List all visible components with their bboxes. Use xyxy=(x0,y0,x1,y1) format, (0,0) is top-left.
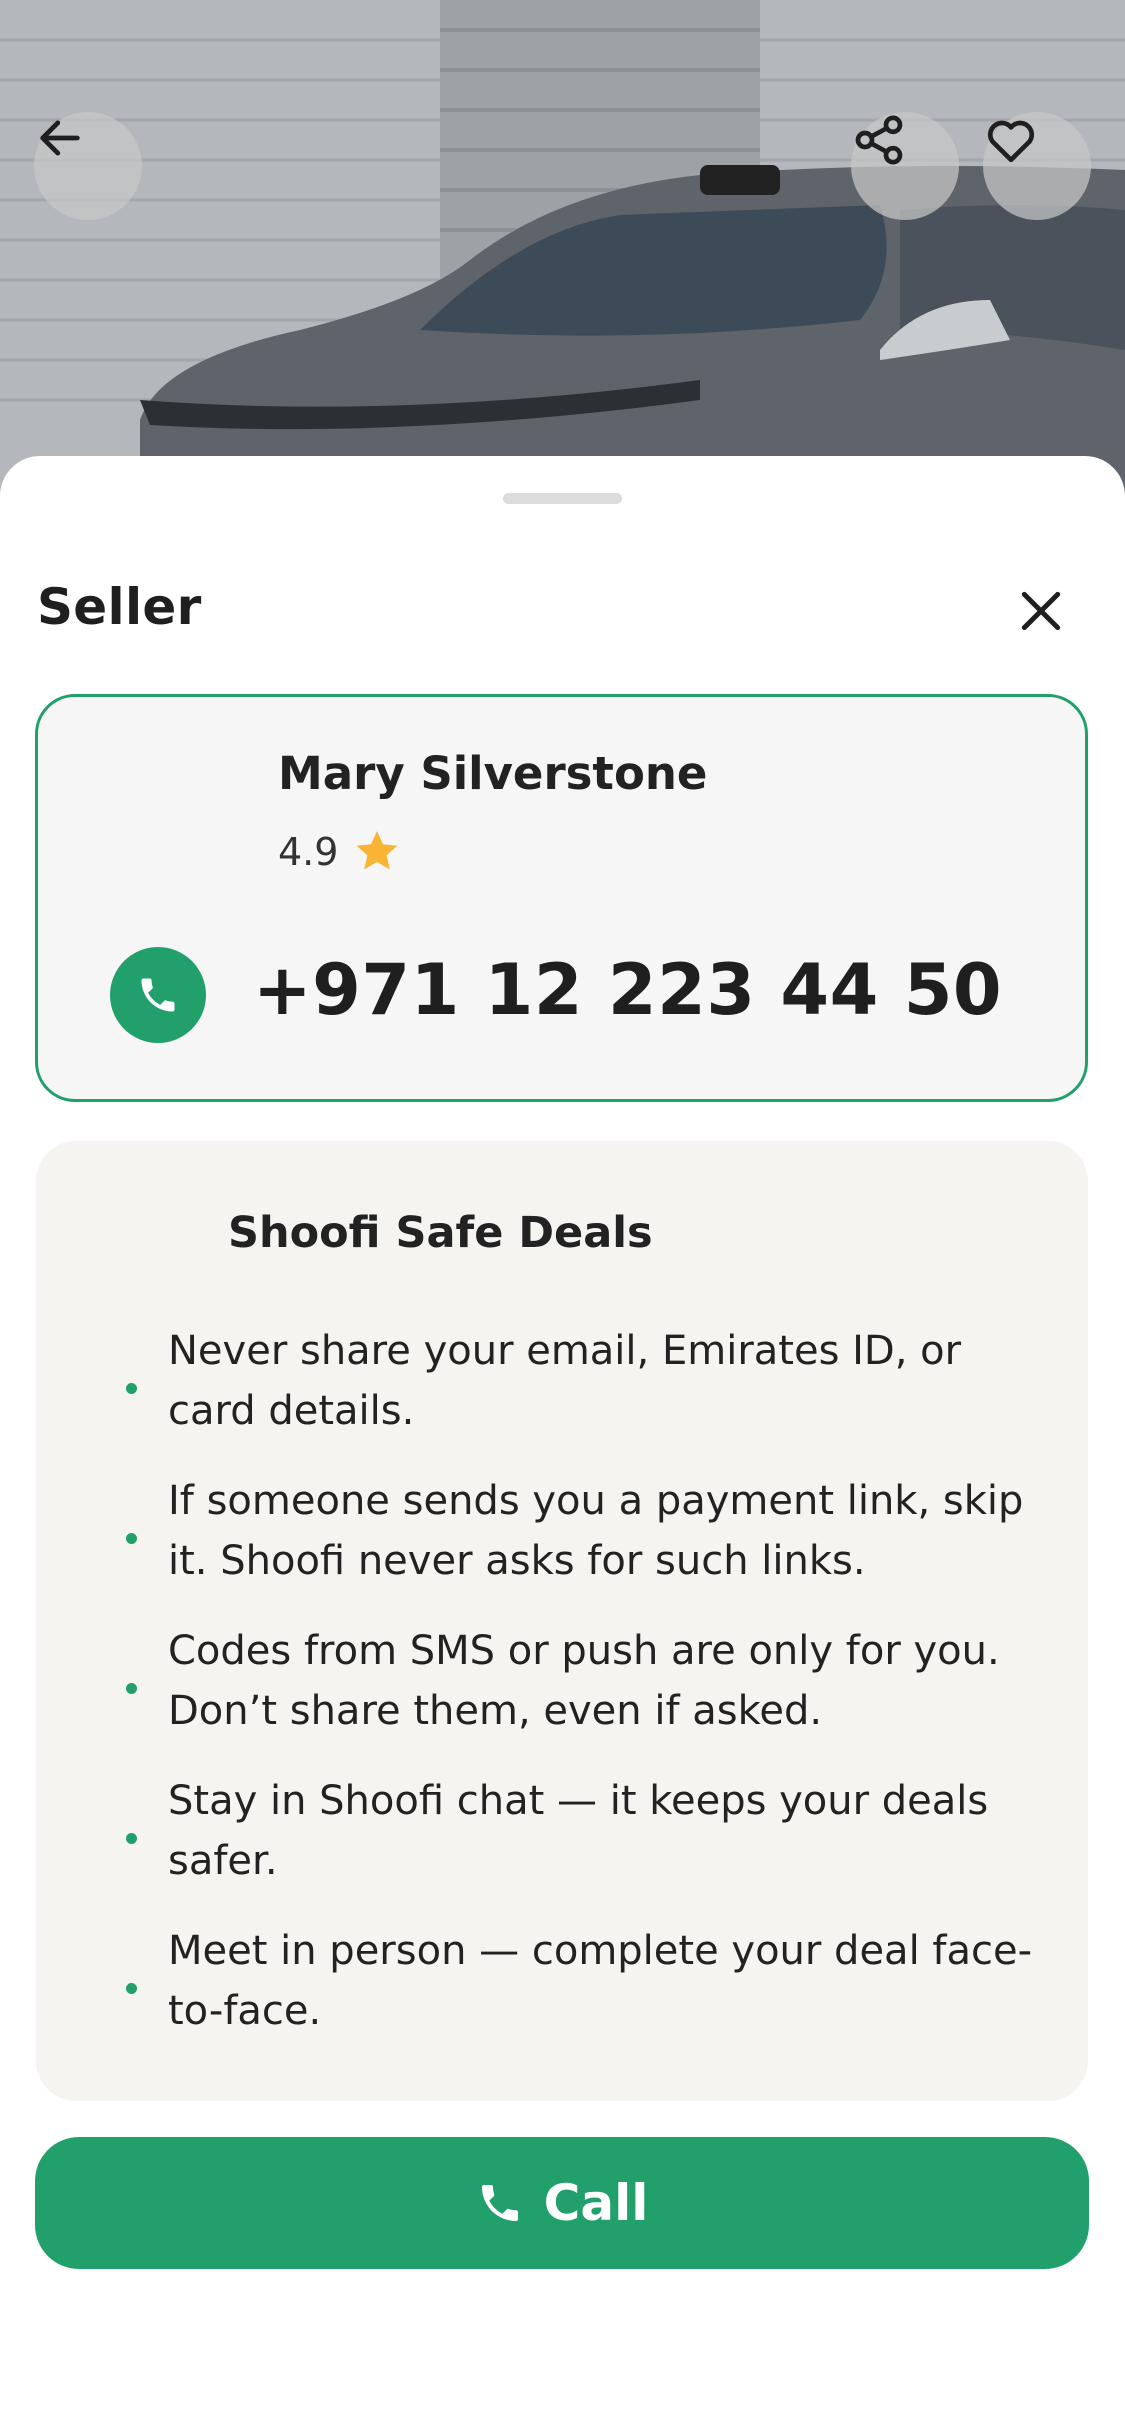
tip-text: Codes from SMS or push are only for you.… xyxy=(168,1628,1000,1734)
sheet-grabber[interactable] xyxy=(503,493,622,504)
list-item: Meet in person — complete your deal face… xyxy=(36,1921,1088,2071)
phone-icon xyxy=(481,2185,518,2221)
safety-tips-list: Never share your email, Emirates ID, or … xyxy=(36,1321,1088,2071)
rating-value: 4.9 xyxy=(278,830,339,874)
back-button[interactable] xyxy=(34,112,142,220)
share-icon xyxy=(855,115,903,165)
safe-deals-card: Shoofi Safe Deals Never share your email… xyxy=(36,1141,1088,2101)
favorite-button[interactable] xyxy=(983,112,1091,220)
list-item: Codes from SMS or push are only for you.… xyxy=(36,1621,1088,1771)
bullet-icon xyxy=(126,1383,137,1394)
seller-rating: 4.9 xyxy=(278,827,402,877)
list-item: If someone sends you a payment link, ski… xyxy=(36,1471,1088,1621)
tip-text: If someone sends you a payment link, ski… xyxy=(168,1478,1024,1584)
listing-photo xyxy=(0,0,1125,520)
phone-icon xyxy=(141,978,175,1012)
phone-icon-badge xyxy=(110,947,206,1043)
car-photo xyxy=(0,0,1125,520)
seller-name: Mary Silverstone xyxy=(278,747,708,800)
seller-bottom-sheet: Seller Mary Silverstone 4.9 +971 12 223 … xyxy=(0,456,1125,2436)
heart-icon xyxy=(987,120,1035,163)
list-item: Stay in Shoofi chat — it keeps your deal… xyxy=(36,1771,1088,1921)
sheet-title: Seller xyxy=(37,578,202,636)
bullet-icon xyxy=(126,1683,137,1694)
tip-text: Meet in person — complete your deal face… xyxy=(168,1928,1033,2034)
call-button-label: Call xyxy=(543,2174,649,2232)
seller-card: Mary Silverstone 4.9 +971 12 223 44 50 xyxy=(35,694,1088,1102)
bullet-icon xyxy=(126,1833,137,1844)
list-item: Never share your email, Emirates ID, or … xyxy=(36,1321,1088,1471)
bullet-icon xyxy=(126,1983,137,1994)
bullet-icon xyxy=(126,1533,137,1544)
tip-text: Stay in Shoofi chat — it keeps your deal… xyxy=(168,1778,989,1884)
seller-contact-screen: Seller Mary Silverstone 4.9 +971 12 223 … xyxy=(0,0,1125,2436)
tip-text: Never share your email, Emirates ID, or … xyxy=(168,1328,962,1434)
close-button[interactable] xyxy=(1010,580,1072,642)
seller-phone-number[interactable]: +971 12 223 44 50 xyxy=(253,949,1002,1031)
call-button[interactable]: Call xyxy=(35,2137,1089,2269)
arrow-left-icon xyxy=(40,120,80,156)
safe-deals-title: Shoofi Safe Deals xyxy=(228,1208,653,1258)
star-icon xyxy=(357,831,398,870)
share-button[interactable] xyxy=(851,112,959,220)
close-icon xyxy=(1021,591,1061,631)
